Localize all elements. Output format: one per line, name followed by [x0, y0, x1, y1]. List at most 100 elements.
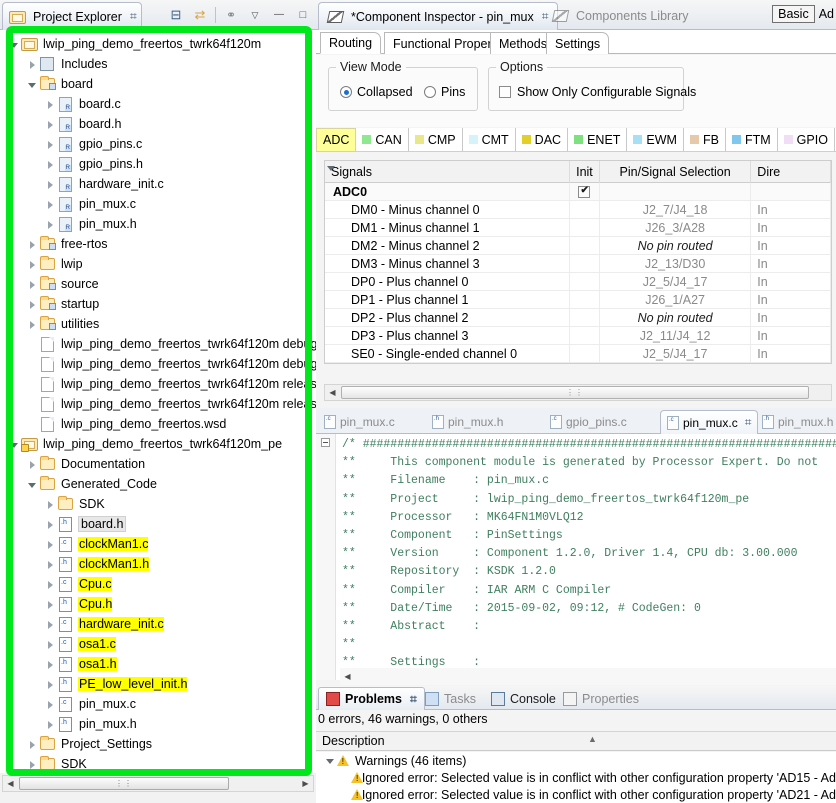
- tree-expand-arrow[interactable]: [44, 558, 57, 571]
- col-direction[interactable]: Dire: [751, 160, 831, 183]
- signal-init-cell[interactable]: [570, 290, 600, 309]
- tree-expand-arrow[interactable]: [26, 278, 39, 291]
- close-icon[interactable]: ⌗: [410, 692, 417, 707]
- signal-row[interactable]: DP1 - Plus channel 1 J26_1/A27 In: [325, 290, 831, 309]
- fold-collapse-icon[interactable]: [321, 438, 330, 447]
- tree-item[interactable]: pin_mux.h: [0, 214, 316, 234]
- project-tree[interactable]: lwip_ping_demo_freertos_twrk64f120m Inclu…: [0, 30, 316, 773]
- signal-row[interactable]: DP3 - Plus channel 3 J2_11/J4_12 In: [325, 326, 831, 345]
- radio-pins-dot[interactable]: [424, 86, 436, 98]
- tree-item[interactable]: lwip_ping_demo_freertos.wsd: [0, 414, 316, 434]
- tree-expand-arrow[interactable]: [44, 198, 57, 211]
- tree-expand-arrow[interactable]: [26, 398, 39, 411]
- signal-table-body[interactable]: ADC0DM0 - Minus channel 0J2_7/J4_18InDM1…: [325, 182, 831, 363]
- signal-row[interactable]: DM2 - Minus channel 2 No pin routed In: [325, 236, 831, 255]
- tree-expand-arrow[interactable]: [26, 58, 39, 71]
- tree-expand-arrow[interactable]: [26, 738, 39, 751]
- signal-direction-cell[interactable]: [751, 182, 831, 201]
- view-menu-icon[interactable]: ▽: [246, 6, 264, 24]
- tab-settings[interactable]: Settings: [546, 32, 610, 54]
- tree-item[interactable]: free-rtos: [0, 234, 316, 254]
- checkbox-show-only-configurable-signals[interactable]: Show Only Configurable Signals: [499, 85, 696, 99]
- tree-expand-arrow[interactable]: [44, 598, 57, 611]
- signal-row[interactable]: DP2 - Plus channel 2 No pin routed In: [325, 308, 831, 327]
- basic-mode-button[interactable]: Basic: [772, 5, 815, 23]
- peripheral-tab-ewm[interactable]: EWM: [627, 128, 684, 151]
- signal-direction-cell[interactable]: In: [751, 290, 831, 309]
- tree-item[interactable]: Generated_Code: [0, 474, 316, 494]
- signal-pin-cell[interactable]: J26_1/A27: [600, 290, 752, 309]
- problems-tab-properties[interactable]: Properties: [556, 687, 646, 710]
- tree-expand-arrow[interactable]: [8, 38, 21, 51]
- tree-item[interactable]: lwip_ping_demo_freertos_twrk64f120m rele…: [0, 394, 316, 414]
- tree-item[interactable]: lwip_ping_demo_freertos_twrk64f120m: [0, 34, 316, 54]
- tree-item[interactable]: SDK: [0, 754, 316, 773]
- signal-direction-cell[interactable]: In: [751, 272, 831, 291]
- problems-tab-console[interactable]: Console: [484, 687, 563, 710]
- advanced-mode-button[interactable]: Ad: [815, 7, 834, 21]
- tree-expand-arrow[interactable]: [44, 118, 57, 131]
- tree-item[interactable]: lwip_ping_demo_freertos_twrk64f120m_pe: [0, 434, 316, 454]
- scroll-thumb[interactable]: ⋮⋮: [19, 777, 229, 790]
- tab-components-library[interactable]: Components Library: [544, 2, 697, 30]
- tree-expand-arrow[interactable]: [26, 418, 39, 431]
- scroll-right-icon[interactable]: ▶: [298, 776, 313, 791]
- signal-init-cell[interactable]: [570, 308, 600, 327]
- tree-item[interactable]: .h PE_low_level_init.h: [0, 674, 316, 694]
- signal-pin-cell[interactable]: J2_13/D30: [600, 254, 752, 273]
- tree-expand-arrow[interactable]: [44, 178, 57, 191]
- tree-expand-arrow[interactable]: [44, 518, 57, 531]
- tree-expand-arrow[interactable]: [26, 318, 39, 331]
- minimize-icon[interactable]: —: [270, 6, 288, 24]
- tree-item[interactable]: hardware_init.c: [0, 174, 316, 194]
- code-editor[interactable]: /* #####################################…: [316, 434, 836, 680]
- tree-item[interactable]: .h osa1.h: [0, 654, 316, 674]
- tree-expand-arrow[interactable]: [44, 538, 57, 551]
- signal-row[interactable]: DP0 - Plus channel 0 J2_5/J4_17 In: [325, 272, 831, 291]
- scroll-left-icon[interactable]: ◀: [3, 776, 18, 791]
- problems-list[interactable]: Warnings (46 items) Ignored error: Select…: [316, 752, 836, 803]
- signal-init-cell[interactable]: [570, 344, 600, 363]
- tree-item[interactable]: .h clockMan1.h: [0, 554, 316, 574]
- tree-item[interactable]: lwip: [0, 254, 316, 274]
- signal-pin-cell[interactable]: J2_5/J4_17: [600, 272, 752, 291]
- tree-expand-arrow[interactable]: [26, 238, 39, 251]
- tree-expand-arrow[interactable]: [44, 498, 57, 511]
- problems-tab-problems[interactable]: Problems ⌗: [318, 687, 425, 710]
- sort-ascending-icon[interactable]: ▲: [588, 734, 597, 744]
- tree-expand-arrow[interactable]: [26, 378, 39, 391]
- tree-expand-arrow[interactable]: [44, 698, 57, 711]
- editor-tab-pin_mux-h[interactable]: .h pin_mux.h: [756, 410, 836, 434]
- tree-expand-arrow[interactable]: [8, 438, 21, 451]
- tree-expand-arrow[interactable]: [44, 718, 57, 731]
- signal-pin-cell[interactable]: No pin routed: [600, 308, 752, 327]
- signal-init-cell[interactable]: [570, 182, 600, 201]
- tree-item[interactable]: .h pin_mux.h: [0, 714, 316, 734]
- tree-item[interactable]: Documentation: [0, 454, 316, 474]
- problems-description-col[interactable]: Description: [316, 734, 385, 748]
- editor-hscrollbar[interactable]: ◀: [340, 668, 836, 685]
- peripheral-tab-cmt[interactable]: CMT: [462, 128, 516, 151]
- problem-row[interactable]: Ignored error: Selected value is in conf…: [316, 786, 836, 803]
- signal-pin-cell[interactable]: [600, 182, 752, 201]
- scroll-thumb[interactable]: ⋮⋮: [341, 386, 809, 399]
- signal-table[interactable]: Signals Init Pin/Signal Selection Dire A…: [324, 160, 832, 364]
- tab-project-explorer[interactable]: Project Explorer ⌗: [2, 2, 142, 30]
- tree-item[interactable]: board.c: [0, 94, 316, 114]
- signal-pin-cell[interactable]: No pin routed: [600, 236, 752, 255]
- tree-expand-arrow[interactable]: [26, 358, 39, 371]
- tree-expand-arrow[interactable]: [44, 158, 57, 171]
- peripheral-tab-dac[interactable]: DAC: [515, 128, 569, 151]
- signal-pin-cell[interactable]: J2_11/J4_12: [600, 326, 752, 345]
- signal-init-cell[interactable]: [570, 236, 600, 255]
- peripheral-tab-can[interactable]: CAN: [356, 128, 409, 151]
- signal-direction-cell[interactable]: In: [751, 254, 831, 273]
- tree-expand-arrow[interactable]: [26, 298, 39, 311]
- tree-expand-arrow[interactable]: [26, 258, 39, 271]
- peripheral-tab-adc[interactable]: ADC: [316, 128, 357, 151]
- signal-row[interactable]: DM0 - Minus channel 0 J2_7/J4_18 In: [325, 200, 831, 219]
- tree-item[interactable]: source: [0, 274, 316, 294]
- col-pin-signal-selection[interactable]: Pin/Signal Selection: [600, 160, 752, 183]
- signal-row[interactable]: ADC0: [325, 182, 831, 201]
- signal-init-cell[interactable]: [570, 272, 600, 291]
